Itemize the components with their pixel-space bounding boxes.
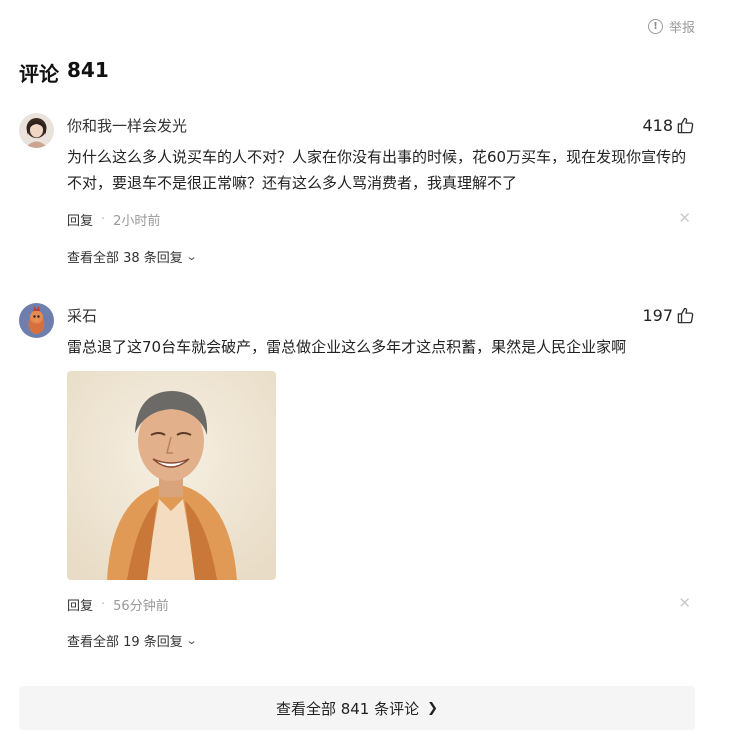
comment-username[interactable]: 采石 (67, 305, 97, 326)
like-button[interactable]: 197 (642, 306, 695, 325)
comment-meta: 回复 · 56分钟前 ✕ (67, 594, 695, 614)
view-all-comments-button[interactable]: 查看全部 841 条评论 ❯ (19, 686, 695, 730)
view-all-label: 查看全部 841 条评论 (275, 699, 420, 718)
comments-title: 评论 (19, 62, 59, 86)
comment-time: 56分钟前 (113, 598, 169, 614)
meta-separator: · (101, 596, 106, 612)
view-replies-link[interactable]: 查看全部 38 条回复 ⌄ (67, 246, 695, 266)
comment-text: 为什么这么多人说买车的人不对？人家在你没有出事的时候，花60万买车，现在发现你宣… (67, 148, 687, 192)
reply-button[interactable]: 回复 (67, 210, 93, 229)
view-replies-label: 查看全部 19 条回复 (67, 634, 183, 650)
comment-text: 雷总退了这70台车就会破产，雷总做企业这么多年才这点积蓄，果然是人民企业家啊 (67, 338, 627, 356)
chevron-down-icon: ⌄ (185, 249, 198, 263)
view-replies-link[interactable]: 查看全部 19 条回复 ⌄ (67, 630, 695, 650)
report-button[interactable]: ! 举报 (647, 17, 695, 36)
comment-image[interactable] (67, 371, 276, 580)
comment-time: 2小时前 (113, 213, 161, 229)
comment-body: 你和我一样会发光 418 为什么这么多人说买车的人不对？人家在你没有出事的时候，… (67, 113, 695, 266)
report-label: 举报 (668, 21, 695, 36)
info-circle-icon: ! (647, 19, 663, 34)
close-icon[interactable]: ✕ (678, 209, 691, 227)
comments-heading: 评论 841 (19, 58, 109, 87)
comment-username[interactable]: 你和我一样会发光 (67, 115, 187, 136)
avatar[interactable] (19, 303, 54, 338)
close-icon[interactable]: ✕ (678, 594, 691, 612)
like-button[interactable]: 418 (642, 116, 695, 135)
view-replies-label: 查看全部 38 条回复 (67, 250, 183, 266)
meta-separator: · (101, 211, 106, 227)
thumbs-up-icon (677, 117, 694, 133)
chevron-down-icon: ⌄ (185, 633, 198, 647)
reply-button[interactable]: 回复 (67, 595, 93, 614)
comments-count: 841 (67, 58, 109, 82)
chevron-right-icon: ❯ (427, 700, 439, 716)
like-count: 418 (642, 115, 673, 135)
like-count: 197 (642, 305, 673, 325)
avatar[interactable] (19, 113, 54, 148)
comment-meta: 回复 · 2小时前 ✕ (67, 209, 695, 229)
thumbs-up-icon (677, 307, 694, 323)
comment-body: 采石 197 雷总退了这70台车就会破产，雷总做企业这么多年才这点积蓄，果然是人… (67, 303, 695, 650)
